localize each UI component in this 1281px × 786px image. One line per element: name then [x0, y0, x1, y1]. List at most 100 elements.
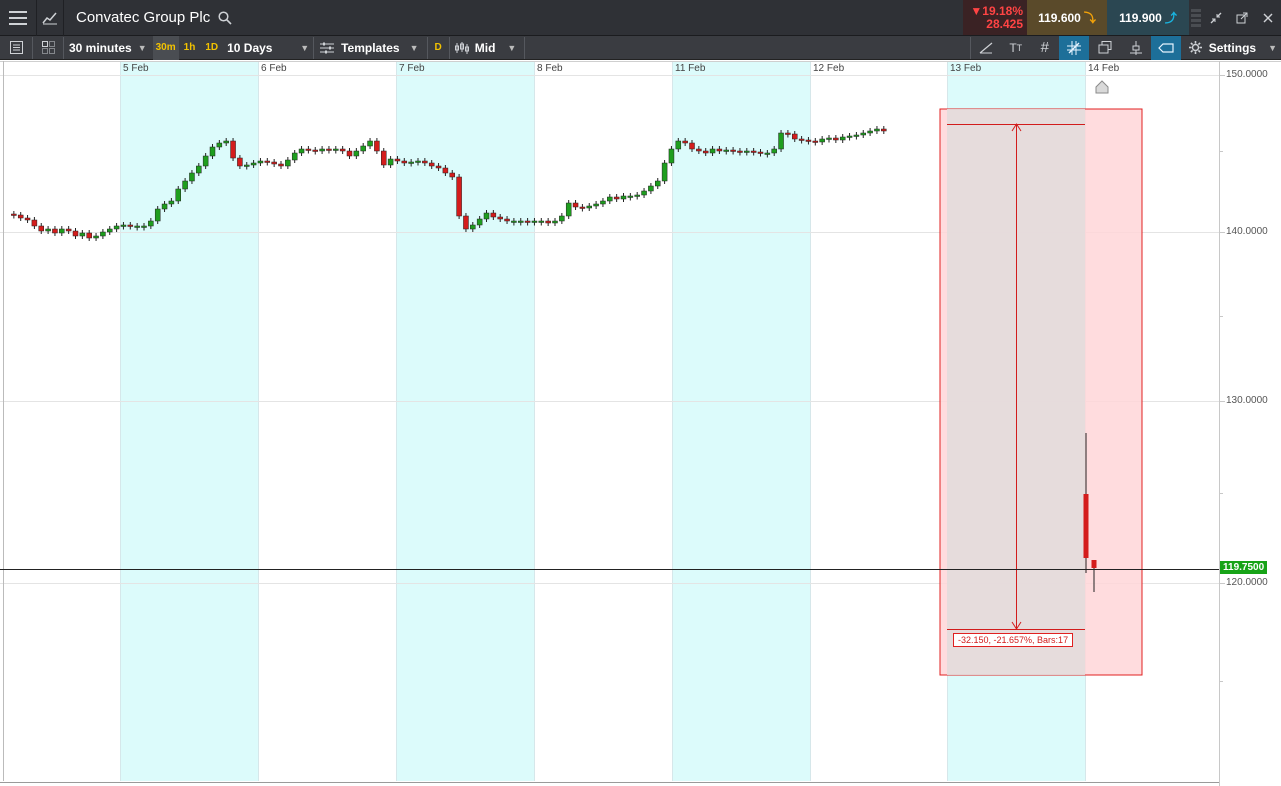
candle — [264, 160, 271, 163]
candle — [113, 225, 120, 230]
candle — [572, 202, 579, 208]
candle — [668, 148, 675, 164]
close-icon[interactable] — [1255, 0, 1281, 36]
change-percent: 19.18% — [982, 3, 1023, 18]
interval-select[interactable]: 30 minutes ▼ — [64, 36, 151, 60]
candle — [463, 215, 469, 230]
quick-1h-button[interactable]: 1h — [179, 36, 201, 60]
quick-30m-button[interactable]: 30m — [152, 35, 179, 60]
candle — [833, 137, 839, 141]
candle — [470, 224, 476, 230]
grid-toggle-icon[interactable]: # — [1031, 36, 1059, 60]
candle — [422, 160, 428, 164]
candle — [750, 150, 757, 153]
sell-price-button[interactable]: 119.600 ⤵ — [1027, 0, 1107, 35]
candle — [11, 213, 17, 216]
candle — [346, 150, 353, 157]
candle — [237, 157, 243, 167]
candle — [600, 200, 606, 205]
crosshair-active-icon[interactable] — [1058, 35, 1089, 60]
candle — [154, 208, 161, 222]
price-change-box: ▼19.18% 28.425 — [963, 0, 1027, 35]
search-icon[interactable] — [218, 10, 232, 25]
layout-grid-icon[interactable] — [33, 36, 63, 60]
draw-line-icon[interactable] — [971, 36, 1001, 60]
settings-label: Settings — [1208, 40, 1257, 55]
candle — [202, 155, 209, 167]
candle — [881, 128, 887, 132]
session-shade — [396, 61, 534, 781]
price-type-select[interactable]: Mid ▼ — [450, 36, 521, 60]
candle — [730, 149, 736, 152]
candle — [1083, 494, 1089, 558]
candle — [675, 140, 682, 150]
candle — [31, 219, 38, 227]
event-marker-icon[interactable] — [1095, 80, 1109, 94]
list-view-icon[interactable] — [0, 36, 32, 60]
candle — [168, 200, 175, 205]
candle — [45, 228, 51, 232]
candle — [285, 159, 291, 167]
candle — [641, 190, 647, 196]
candle — [593, 203, 599, 207]
popout-icon[interactable] — [1229, 0, 1255, 36]
chart-type-line-icon[interactable] — [37, 0, 63, 36]
range-select[interactable]: 10 Days ▼ — [223, 36, 313, 60]
chart-canvas[interactable] — [0, 61, 1281, 786]
candle — [785, 132, 791, 135]
candle — [648, 185, 654, 192]
candle — [59, 228, 65, 234]
copy-layers-icon[interactable] — [1089, 36, 1121, 60]
caret-down-icon: ▼ — [300, 42, 310, 53]
templates-label: Templates — [341, 40, 400, 55]
candle — [607, 196, 613, 202]
candle — [620, 195, 627, 200]
candle — [312, 149, 318, 152]
tag-label-active-icon[interactable] — [1150, 35, 1181, 60]
templates-select[interactable]: Templates ▼ — [314, 36, 422, 60]
candle — [291, 152, 298, 161]
candle — [682, 140, 688, 144]
depth-bars-icon[interactable] — [1189, 0, 1203, 36]
candle — [689, 142, 695, 150]
price-tick-label: 150.0000 — [1226, 69, 1268, 80]
sell-price: 119.600 — [1038, 10, 1081, 25]
candle — [305, 148, 312, 151]
candle — [757, 151, 764, 154]
candle — [545, 220, 551, 224]
candle — [319, 148, 325, 152]
chart-toolbar: 30 minutes ▼ 30m 1h 1D 10 Days ▼ Templates… — [0, 35, 1281, 60]
session-shade — [120, 61, 258, 781]
session-shade — [672, 61, 810, 781]
indicator-icon[interactable] — [1121, 36, 1151, 60]
candle — [826, 137, 832, 140]
hamburger-menu-icon[interactable] — [0, 0, 36, 36]
minimize-icon[interactable] — [1203, 0, 1229, 36]
candle — [805, 139, 812, 142]
candle — [819, 138, 825, 143]
buy-price-button[interactable]: 119.900 ⤴ — [1107, 0, 1189, 35]
candle — [435, 165, 442, 169]
settings-menu[interactable]: Settings ▼ — [1181, 36, 1281, 60]
candle — [627, 195, 634, 198]
candle — [415, 160, 421, 163]
candle — [72, 230, 79, 237]
quick-1h-label: 1h — [183, 42, 196, 53]
price-chart[interactable]: 5 Feb 6 Feb 7 Feb 8 Feb 11 Feb 12 Feb 13… — [0, 61, 1281, 786]
candle — [565, 202, 572, 217]
candle — [38, 225, 44, 232]
text-tool-icon[interactable]: TT — [1001, 36, 1031, 60]
price-tick-label: 140.0000 — [1226, 226, 1268, 237]
quick-1d-label: 1D — [205, 42, 219, 53]
candle — [387, 158, 394, 166]
candle — [271, 161, 277, 165]
candle — [846, 135, 853, 138]
candle — [634, 194, 640, 197]
daily-toggle-button[interactable]: D — [428, 36, 449, 60]
candle — [127, 224, 134, 227]
candle — [65, 228, 72, 232]
candle — [134, 225, 140, 228]
caret-down-icon: ▼ — [409, 42, 419, 53]
gear-icon — [1188, 41, 1202, 54]
quick-1d-button[interactable]: 1D — [200, 36, 223, 60]
